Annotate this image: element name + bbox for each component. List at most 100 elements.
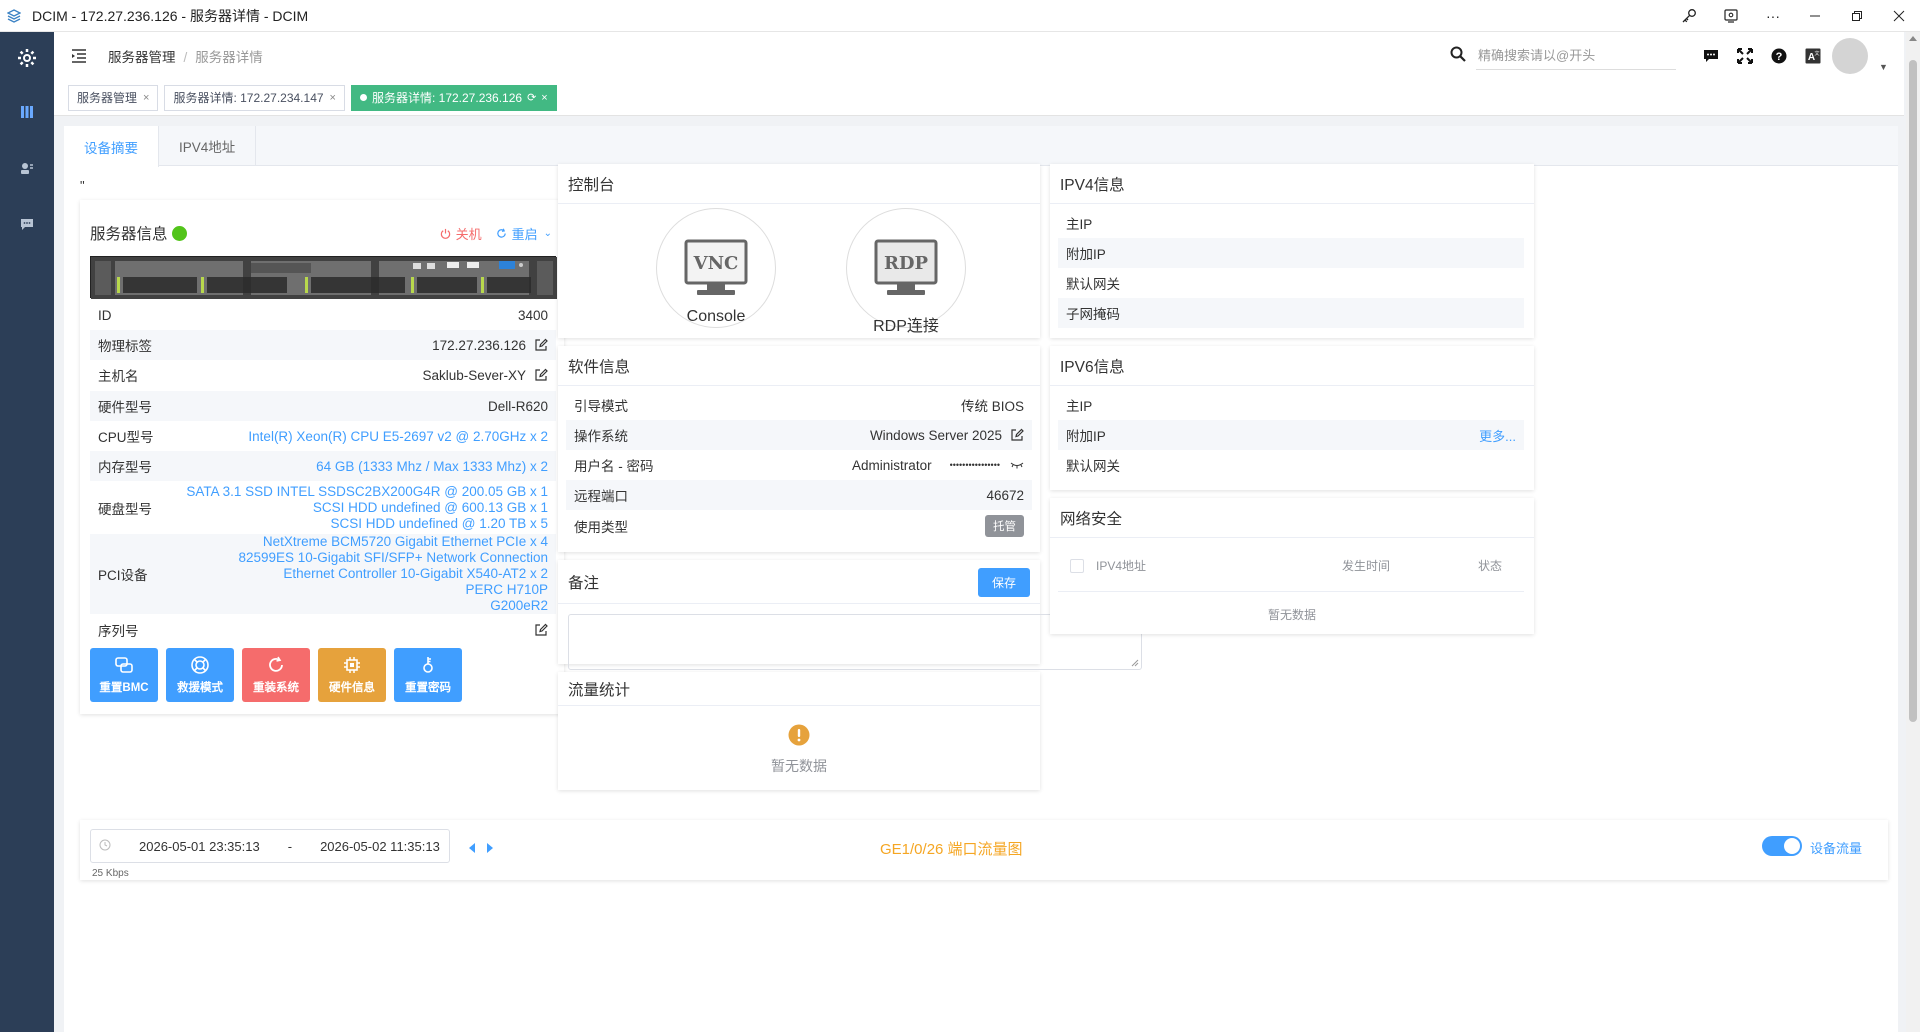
edit-icon[interactable] <box>1010 428 1024 442</box>
sidebar-item-users[interactable] <box>0 140 54 196</box>
cast-icon[interactable] <box>1710 0 1752 32</box>
disk-value: SCSI HDD undefined @ 1.20 TB x 5 <box>330 516 548 531</box>
reboot-button[interactable]: 重启 ⌄ <box>496 224 552 243</box>
use-type-badge: 托管 <box>985 515 1024 537</box>
edit-icon[interactable] <box>534 623 548 637</box>
save-button[interactable]: 保存 <box>977 568 1030 597</box>
more-icon[interactable]: ··· <box>1752 0 1794 32</box>
reinstall-system-button[interactable]: 重装系统 <box>242 648 310 702</box>
pci-values[interactable]: NetXtreme BCM5720 Gigabit Ethernet PCIe … <box>238 534 548 614</box>
row-boot-mode: 引导模式 传统 BIOS <box>566 390 1032 420</box>
traffic-empty-text: 暂无数据 <box>771 758 827 774</box>
page-scrollbar[interactable] <box>1906 32 1920 1032</box>
device-traffic-toggle[interactable] <box>1762 836 1802 856</box>
fullscreen-icon[interactable] <box>1728 42 1762 70</box>
search-icon[interactable] <box>1450 46 1466 65</box>
window-title: DCIM - 172.27.236.126 - 服务器详情 - DCIM <box>32 7 309 24</box>
settings-logo-icon[interactable] <box>0 32 54 84</box>
security-empty-text: 暂无数据 <box>1267 608 1316 622</box>
reset-bmc-button[interactable]: 重置BMC <box>90 648 158 702</box>
id-value: 3400 <box>517 307 548 323</box>
mem-value[interactable]: 64 GB (1333 Mhz / Max 1333 Mhz) x 2 <box>316 459 548 474</box>
ipv4-title: IPV4信息 <box>1050 164 1534 204</box>
scroll-thumb[interactable] <box>1909 60 1917 722</box>
subnet-label: 子网掩码 <box>1066 307 1120 322</box>
language-icon[interactable]: A文 <box>1796 42 1830 70</box>
pci-value: NetXtreme BCM5720 Gigabit Ethernet PCIe … <box>262 534 548 549</box>
clock-icon <box>99 839 111 854</box>
boot-value: 传统 BIOS <box>960 399 1024 414</box>
additional-ip-label: 附加IP <box>1066 247 1106 262</box>
edit-icon[interactable] <box>534 338 548 352</box>
minimize-icon[interactable] <box>1794 0 1836 32</box>
more-link[interactable]: 更多... <box>1479 426 1516 445</box>
rdp-text: RDP <box>884 253 929 274</box>
menu-toggle-icon[interactable] <box>70 47 88 65</box>
chat-icon[interactable] <box>1694 42 1728 70</box>
refresh-icon[interactable]: ⟳ <box>527 91 536 104</box>
disk-values[interactable]: SATA 3.1 SSD INTEL SSDSC2BX200G4R @ 200.… <box>186 484 548 532</box>
tag-close-icon[interactable]: × <box>541 92 547 104</box>
rdp-connect-label[interactable]: RDP连接 <box>826 312 986 336</box>
eye-closed-icon[interactable] <box>1010 458 1024 473</box>
os-label: 操作系统 <box>574 429 628 444</box>
toggle-knob <box>1784 838 1800 854</box>
breadcrumb-server-management[interactable]: 服务器管理 <box>108 50 176 65</box>
cpu-value[interactable]: Intel(R) Xeon(R) CPU E5-2697 v2 @ 2.70GH… <box>248 429 548 444</box>
svg-text:文: 文 <box>1814 50 1819 57</box>
search-input[interactable]: 精确搜索请以@开头 <box>1476 40 1676 70</box>
tag-server-management[interactable]: 服务器管理 × <box>68 84 159 111</box>
sidebar <box>0 32 54 1032</box>
tag-server-detail-126[interactable]: 服务器详情: 172.27.236.126 ⟳ × <box>350 84 557 111</box>
header-search: 精确搜索请以@开头 <box>1450 40 1676 70</box>
device-traffic-label[interactable]: 设备流量 <box>1810 838 1862 857</box>
reset-password-button[interactable]: 重置密码 <box>394 648 462 702</box>
scroll-up-icon[interactable] <box>1909 36 1917 41</box>
main-content: 设备摘要 IPV4地址 " 服务器信息 关机 重启 ⌄ ID 3400 物理标签… <box>64 126 1898 1032</box>
tag-close-icon[interactable]: × <box>143 92 149 104</box>
help-icon[interactable]: ? <box>1762 42 1796 70</box>
disk-label: 硬盘型号 <box>98 502 152 517</box>
rdp-connect-button[interactable]: RDP <box>846 208 966 328</box>
hw-label: 硬件型号 <box>98 400 152 415</box>
row-default-gateway: 默认网关 <box>1058 450 1524 480</box>
row-hardware-model: 硬件型号 Dell-R620 <box>90 391 556 421</box>
row-memory: 内存型号 64 GB (1333 Mhz / Max 1333 Mhz) x 2 <box>90 451 556 481</box>
shutdown-button[interactable]: 关机 <box>440 224 482 243</box>
avatar-dropdown-icon[interactable]: ▼ <box>1879 62 1888 72</box>
row-remote-port: 远程端口 46672 <box>566 480 1032 510</box>
rescue-mode-button[interactable]: 救援模式 <box>166 648 234 702</box>
warning-icon <box>788 724 810 749</box>
sidebar-item-servers[interactable] <box>0 84 54 140</box>
prev-range-icon[interactable] <box>468 841 476 856</box>
avatar[interactable] <box>1832 38 1868 74</box>
close-icon[interactable] <box>1878 0 1920 32</box>
network-security-card: 网络安全 IPV4地址 发生时间 状态 暂无数据 <box>1050 498 1534 634</box>
next-range-icon[interactable] <box>486 841 494 856</box>
restore-icon[interactable] <box>1836 0 1878 32</box>
date-range-picker[interactable]: 2026-05-01 23:35:13 - 2026-05-02 11:35:1… <box>90 829 450 863</box>
vnc-console-label[interactable]: Console <box>636 308 796 326</box>
chevron-down-icon[interactable]: ⌄ <box>544 228 552 239</box>
sidebar-item-messages[interactable] <box>0 196 54 252</box>
hardware-info-button[interactable]: 硬件信息 <box>318 648 386 702</box>
tab-ipv4-address[interactable]: IPV4地址 <box>159 126 257 166</box>
tag-server-detail-147[interactable]: 服务器详情: 172.27.234.147 × <box>164 84 345 111</box>
pci-value: Ethernet Controller 10-Gigabit X540-AT2 … <box>283 566 548 581</box>
end-date[interactable]: 2026-05-02 11:35:13 <box>320 839 440 854</box>
app-header: 服务器管理 / 服务器详情 精确搜索请以@开头 ? A文 ▼ <box>54 32 1904 80</box>
tag-label: 服务器管理 <box>77 91 138 105</box>
edit-icon[interactable] <box>534 368 548 382</box>
host-label: 主机名 <box>98 369 139 384</box>
row-subnet-mask: 子网掩码 <box>1058 298 1524 328</box>
console-title: 控制台 <box>558 164 1040 204</box>
select-all-checkbox[interactable] <box>1070 558 1084 573</box>
hw-value: Dell-R620 <box>487 398 548 414</box>
tab-device-summary[interactable]: 设备摘要 <box>64 126 159 167</box>
key-icon[interactable] <box>1668 0 1710 32</box>
tag-label: 服务器详情: 172.27.234.147 <box>173 91 324 105</box>
start-date[interactable]: 2026-05-01 23:35:13 <box>139 839 260 854</box>
svg-text:?: ? <box>1776 51 1783 63</box>
tag-close-icon[interactable]: × <box>330 92 336 104</box>
row-use-type: 使用类型 托管 <box>566 511 1032 541</box>
